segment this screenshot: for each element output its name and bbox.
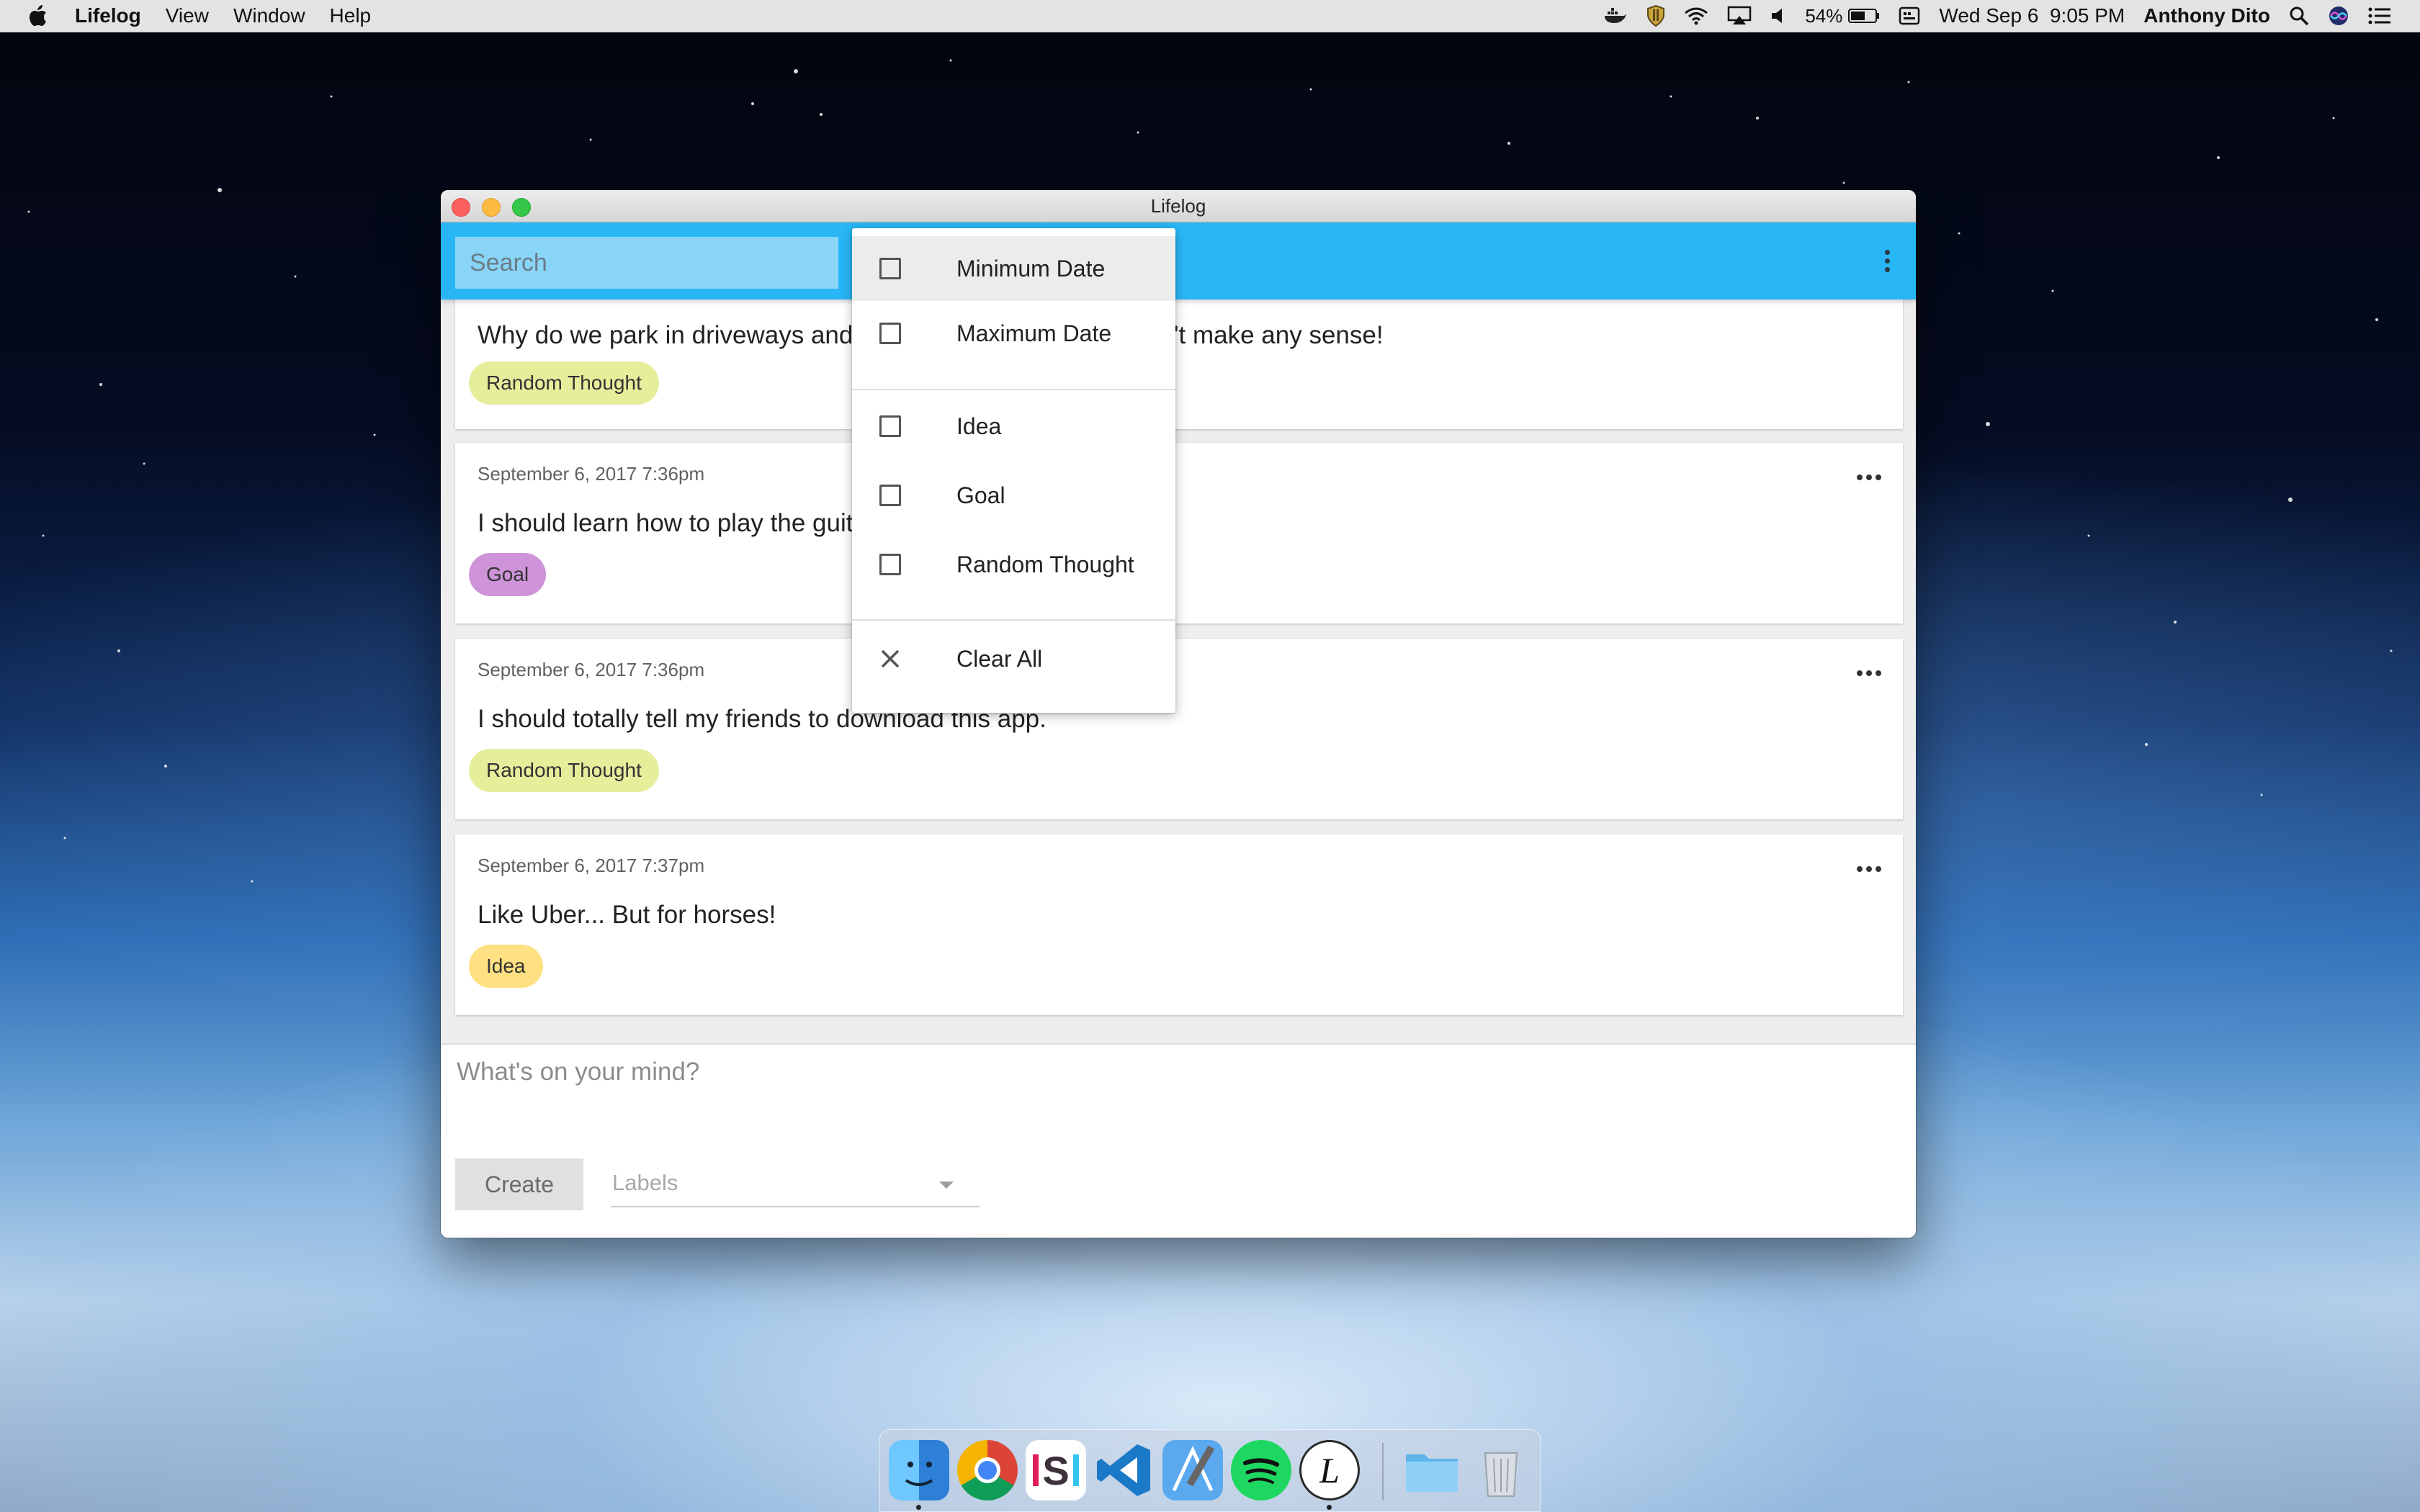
menu-divider bbox=[852, 619, 1175, 621]
entry-card: September 6, 2017 7:37pm Like Uber... Bu… bbox=[455, 834, 1903, 1015]
label-chip[interactable]: Goal bbox=[469, 553, 547, 596]
dock: S L bbox=[879, 1429, 1541, 1512]
entry-more-icon[interactable] bbox=[1853, 866, 1881, 872]
dropdown-caret-icon bbox=[939, 1182, 954, 1189]
search-input[interactable] bbox=[455, 237, 838, 289]
entry-card: September 6, 2017 7:36pm I should learn … bbox=[455, 443, 1903, 624]
compose-panel: Create Labels bbox=[441, 1043, 1916, 1238]
keyboard-icon[interactable] bbox=[1899, 6, 1920, 25]
clear-all-label: Clear All bbox=[956, 645, 1043, 672]
app-window: Lifelog Why do we park in driveways and … bbox=[441, 190, 1916, 1238]
lifelog-icon[interactable]: L bbox=[1299, 1440, 1360, 1500]
docker-icon[interactable] bbox=[1603, 6, 1628, 26]
menu-divider bbox=[852, 389, 1175, 390]
folder-icon[interactable] bbox=[1402, 1440, 1462, 1500]
apple-icon[interactable] bbox=[29, 5, 48, 27]
labels-select[interactable]: Labels bbox=[611, 1164, 980, 1207]
compose-input[interactable] bbox=[455, 1056, 1899, 1146]
more-options-icon[interactable] bbox=[1885, 250, 1890, 276]
siri-icon[interactable] bbox=[2328, 5, 2349, 27]
label-chip[interactable]: Random Thought bbox=[469, 361, 659, 405]
filter-option-minimum-date[interactable]: Minimum Date bbox=[852, 236, 1175, 301]
filter-option-idea[interactable]: Idea bbox=[852, 394, 1175, 459]
close-window-button[interactable] bbox=[452, 198, 470, 217]
menu-view[interactable]: View bbox=[166, 4, 209, 27]
xcode-icon[interactable] bbox=[1162, 1440, 1223, 1500]
menu-window[interactable]: Window bbox=[233, 4, 305, 27]
label-chip[interactable]: Idea bbox=[469, 945, 543, 988]
menu-help[interactable]: Help bbox=[330, 4, 372, 27]
menu-bar: Lifelog View Window Help 54% Wed Sep 6 9… bbox=[0, 0, 2420, 32]
volume-icon[interactable] bbox=[1770, 7, 1786, 24]
chrome-icon[interactable] bbox=[957, 1440, 1018, 1500]
trash-icon[interactable] bbox=[1471, 1440, 1531, 1500]
checkbox-icon[interactable] bbox=[879, 323, 901, 344]
create-button[interactable]: Create bbox=[455, 1158, 583, 1210]
filter-option-label: Minimum Date bbox=[956, 255, 1106, 282]
wifi-icon[interactable] bbox=[1684, 6, 1708, 25]
checkbox-icon[interactable] bbox=[879, 415, 901, 437]
spotify-icon[interactable] bbox=[1231, 1440, 1291, 1500]
menu-app-name[interactable]: Lifelog bbox=[75, 4, 141, 27]
dock-separator bbox=[1382, 1443, 1384, 1500]
checkbox-icon[interactable] bbox=[879, 258, 901, 279]
slack-icon[interactable]: S bbox=[1026, 1440, 1086, 1500]
entry-text: I should learn how to play the guitar. bbox=[478, 509, 882, 537]
labels-placeholder: Labels bbox=[612, 1170, 678, 1195]
filter-option-label: Maximum Date bbox=[956, 320, 1112, 346]
label-chip[interactable]: Random Thought bbox=[469, 749, 659, 792]
checkbox-icon[interactable] bbox=[879, 554, 901, 575]
battery-icon[interactable] bbox=[1848, 8, 1880, 24]
filter-option-label: Idea bbox=[956, 413, 1002, 439]
filter-option-goal[interactable]: Goal bbox=[852, 463, 1175, 528]
maximize-window-button[interactable] bbox=[512, 198, 531, 217]
filter-option-random-thought[interactable]: Random Thought bbox=[852, 532, 1175, 597]
entry-date: September 6, 2017 7:36pm bbox=[478, 463, 705, 485]
shield-icon[interactable] bbox=[1646, 5, 1665, 27]
clear-all-button[interactable]: Clear All bbox=[852, 626, 1175, 691]
window-title: Lifelog bbox=[1150, 194, 1206, 217]
entry-card: Why do we park in driveways and drive on… bbox=[455, 300, 1903, 429]
checkbox-icon[interactable] bbox=[879, 485, 901, 506]
vscode-icon[interactable] bbox=[1094, 1440, 1155, 1500]
filter-option-maximum-date[interactable]: Maximum Date bbox=[852, 301, 1175, 366]
entry-date: September 6, 2017 7:37pm bbox=[478, 855, 705, 876]
notification-center-icon[interactable] bbox=[2368, 6, 2391, 25]
title-bar: Lifelog bbox=[441, 190, 1916, 222]
filter-option-label: Random Thought bbox=[956, 551, 1134, 577]
spotlight-icon[interactable] bbox=[2289, 6, 2309, 26]
svg-text:S: S bbox=[1042, 1448, 1069, 1493]
running-indicator bbox=[916, 1505, 921, 1510]
entry-more-icon[interactable] bbox=[1853, 670, 1881, 676]
svg-text:L: L bbox=[1319, 1450, 1340, 1490]
menu-clock[interactable]: Wed Sep 6 9:05 PM bbox=[1939, 4, 2125, 27]
entry-more-icon[interactable] bbox=[1853, 474, 1881, 480]
filter-menu: Minimum Date Maximum Date Idea Goal Rand… bbox=[852, 228, 1175, 713]
battery-percent: 54% bbox=[1805, 4, 1843, 27]
menu-user[interactable]: Anthony Dito bbox=[2143, 4, 2270, 27]
airplay-icon[interactable] bbox=[1727, 6, 1752, 26]
finder-icon[interactable] bbox=[889, 1440, 949, 1500]
close-icon bbox=[881, 649, 900, 668]
entry-date: September 6, 2017 7:36pm bbox=[478, 659, 705, 680]
minimize-window-button[interactable] bbox=[482, 198, 501, 217]
app-toolbar bbox=[441, 222, 1916, 300]
entry-card: September 6, 2017 7:36pm I should totall… bbox=[455, 639, 1903, 819]
running-indicator bbox=[1327, 1505, 1332, 1510]
entry-text: Like Uber... But for horses! bbox=[478, 901, 776, 929]
filter-option-label: Goal bbox=[956, 482, 1005, 508]
